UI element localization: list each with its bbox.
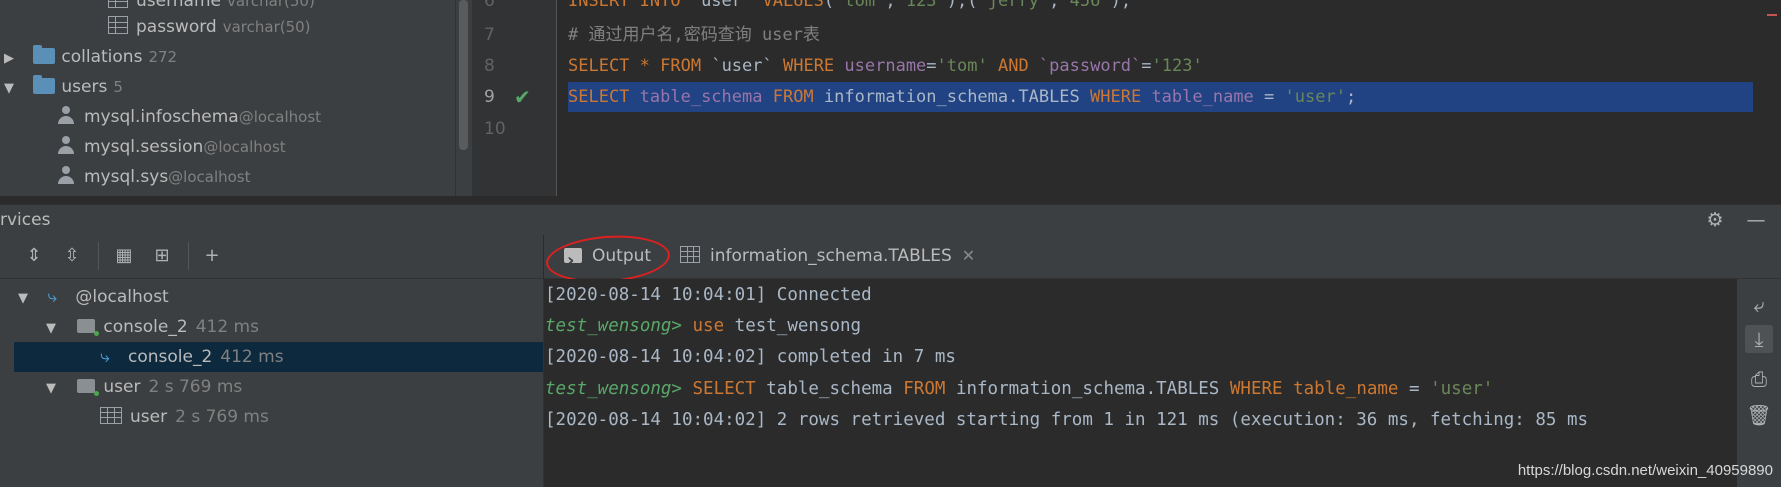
output-line: [2020-08-14 10:04:02] 2 rows retrieved s… [545, 410, 1589, 430]
check-icon: ✔ [514, 85, 531, 109]
line-number: 7 [484, 25, 495, 45]
services-tree: ▼ ⤷ @localhost ▼ console_2 412 ms ⤷ console… [0, 279, 544, 487]
close-icon[interactable]: ✕ [962, 246, 975, 265]
code-line-6[interactable]: INSERT INTO `user` VALUES('tom','123'),(… [568, 0, 1753, 16]
print-icon[interactable]: ⎙ [1745, 365, 1773, 393]
output-console[interactable]: [2020-08-14 10:04:01] Connected test_wen… [544, 279, 1737, 487]
user-icon [56, 105, 76, 125]
database-tree: username varchar(50) password varchar(50) … [0, 0, 455, 196]
chevron-right-icon[interactable]: ▶ [4, 44, 18, 74]
services-header: rvices ⚙ — [0, 204, 1781, 235]
toolbar-separator [188, 242, 189, 270]
console-icon [77, 319, 100, 336]
toolbar-separator [98, 242, 99, 270]
output-line: test_wensong> SELECT table_schema FROM i… [545, 379, 1494, 399]
gear-icon[interactable]: ⚙ [1704, 209, 1726, 231]
chevron-down-icon[interactable]: ▼ [18, 284, 32, 314]
add-icon[interactable]: + [200, 244, 224, 268]
mysql-icon: ⤷ [100, 347, 110, 367]
watermark: https://blog.csdn.net/weixin_40959890 [1517, 462, 1773, 479]
line-number: 6 [484, 0, 495, 11]
chevron-down-icon[interactable]: ▼ [46, 374, 60, 404]
tree-item-console-group[interactable]: ▼ console_2 412 ms [14, 312, 543, 342]
chevron-down-icon[interactable]: ▼ [46, 314, 60, 344]
minimize-icon[interactable]: — [1745, 209, 1767, 231]
tree-item-user-sys[interactable]: mysql.sys@localhost [56, 162, 251, 192]
tree-item-console-session[interactable]: ⤷ console_2 412 ms [14, 342, 543, 372]
tab-information-schema-tables[interactable]: information_schema.TABLES ✕ [680, 234, 975, 278]
user-icon [56, 135, 76, 155]
new-tab-icon[interactable]: ⊞ [150, 244, 174, 268]
terminal-icon [564, 239, 582, 283]
collapse-all-icon[interactable]: ⇳ [60, 244, 84, 268]
group-by-icon[interactable]: ▦ [112, 244, 136, 268]
code-line-7[interactable]: # 通过用户名,密码查询 user表 [568, 20, 1753, 50]
line-number: 10 [484, 119, 506, 139]
services-toolbar: ⇕ ⇳ ▦ ⊞ + [0, 234, 543, 279]
chevron-down-icon[interactable]: ▼ [4, 74, 18, 104]
tree-item-user-table[interactable]: user 2 s 769 ms [14, 402, 543, 432]
tree-item-user-session[interactable]: mysql.session@localhost [56, 132, 286, 162]
scrollbar-thumb[interactable] [459, 0, 468, 150]
soft-wrap-icon[interactable]: ⤶ [1745, 291, 1773, 319]
sql-editor[interactable]: 6 7 8 9 ✔ 10 INSERT INTO `user` VALUES('… [472, 0, 1781, 196]
output-line: [2020-08-14 10:04:01] Connected [545, 285, 872, 305]
trash-icon[interactable]: 🗑 [1745, 401, 1773, 429]
line-number: 8 [484, 56, 495, 76]
tree-item-localhost[interactable]: ▼ ⤷ @localhost [14, 282, 543, 312]
output-line: [2020-08-14 10:04:02] completed in 7 ms [545, 347, 956, 367]
tree-item-collations[interactable]: ▶ collations 272 [4, 42, 177, 72]
output-side-toolbar: ⤶ ⤓ ⎙ 🗑 [1737, 279, 1781, 487]
tab-output[interactable]: Output [564, 234, 651, 283]
editor-scrollbar[interactable] [1761, 0, 1781, 196]
error-marker[interactable] [1767, 14, 1777, 16]
code-line-8[interactable]: SELECT * FROM `user` WHERE username='tom… [568, 51, 1753, 81]
expand-all-icon[interactable]: ⇕ [22, 244, 46, 268]
user-icon [56, 165, 76, 185]
tree-item-password-column[interactable]: password varchar(50) [108, 12, 311, 42]
tree-item-user-infoschema[interactable]: mysql.infoschema@localhost [56, 102, 321, 132]
code-line-9-selected[interactable]: SELECT table_schema FROM information_sch… [568, 82, 1753, 112]
table-icon [680, 246, 700, 263]
folder-icon [33, 45, 56, 64]
output-tabs: Output information_schema.TABLES✕ [544, 234, 1781, 283]
tree-scrollbar[interactable] [455, 0, 472, 196]
table-icon [100, 407, 122, 424]
scroll-to-end-icon[interactable]: ⤓ [1745, 325, 1773, 353]
line-gutter: 6 7 8 9 ✔ 10 [472, 0, 557, 196]
console-icon [77, 379, 100, 396]
services-title: rvices [0, 210, 51, 230]
column-icon [108, 0, 128, 8]
tree-item-user-group[interactable]: ▼ user 2 s 769 ms [14, 372, 543, 402]
output-line: test_wensong> use test_wensong [545, 316, 862, 336]
folder-icon [33, 75, 56, 94]
mysql-icon: ⤷ [47, 287, 57, 307]
tree-item-users[interactable]: ▼ users 5 [4, 72, 123, 102]
column-icon [108, 16, 128, 34]
